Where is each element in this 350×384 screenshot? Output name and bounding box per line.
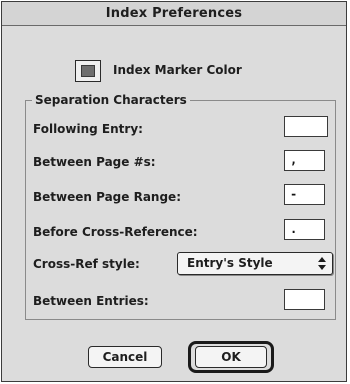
between-page-numbers-field[interactable]: , — [284, 150, 325, 171]
title-bar[interactable]: Index Preferences — [2, 2, 346, 26]
following-entry-label: Following Entry: — [33, 122, 143, 136]
color-swatch-icon — [81, 65, 95, 77]
between-page-range-value: - — [290, 187, 298, 201]
cross-ref-style-selected: Entry's Style — [187, 256, 273, 270]
before-cross-reference-field[interactable]: . — [284, 219, 325, 240]
index-marker-color-swatch[interactable] — [75, 60, 101, 82]
between-page-numbers-value: , — [290, 153, 298, 167]
before-cross-reference-label: Before Cross-Reference: — [33, 225, 198, 239]
separation-characters-title: Separation Characters — [32, 93, 190, 107]
index-preferences-dialog: Index Preferences Index Marker Color Sep… — [1, 1, 347, 382]
cross-ref-style-popup[interactable]: Entry's Style — [177, 252, 333, 275]
window-title: Index Preferences — [105, 6, 243, 21]
between-entries-label: Between Entries: — [33, 294, 149, 308]
between-page-numbers-label: Between Page #s: — [33, 155, 156, 169]
following-entry-field[interactable] — [284, 116, 328, 137]
cross-ref-style-label: Cross-Ref style: — [33, 257, 140, 271]
index-marker-color-label: Index Marker Color — [113, 63, 242, 77]
ok-button[interactable]: OK — [195, 346, 267, 368]
cancel-button[interactable]: Cancel — [88, 346, 162, 368]
between-page-range-field[interactable]: - — [284, 184, 325, 205]
updown-arrows-icon — [318, 257, 326, 270]
between-page-range-label: Between Page Range: — [33, 190, 181, 204]
between-entries-field[interactable] — [284, 289, 325, 310]
before-cross-reference-value: . — [290, 222, 298, 236]
